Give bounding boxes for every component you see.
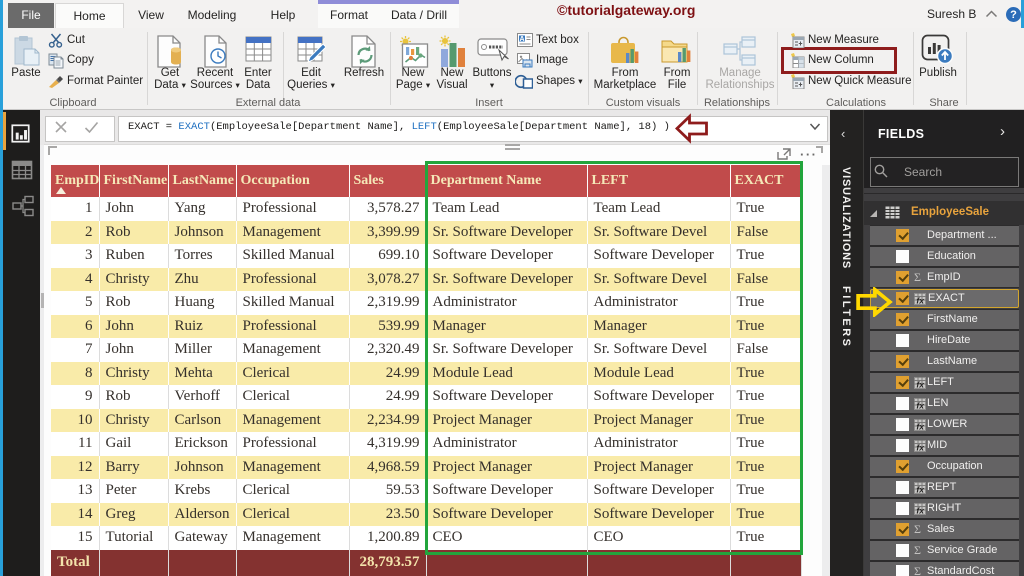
svg-text:fx: fx — [916, 443, 925, 453]
svg-text:fx: fx — [916, 506, 925, 516]
svg-text:fx: fx — [916, 401, 925, 411]
svg-text:fx: fx — [916, 422, 925, 432]
svg-text:fx: fx — [916, 380, 925, 390]
svg-text:fx: fx — [916, 485, 925, 495]
svg-text:fx: fx — [916, 296, 925, 306]
svg-text:A: A — [519, 36, 524, 43]
